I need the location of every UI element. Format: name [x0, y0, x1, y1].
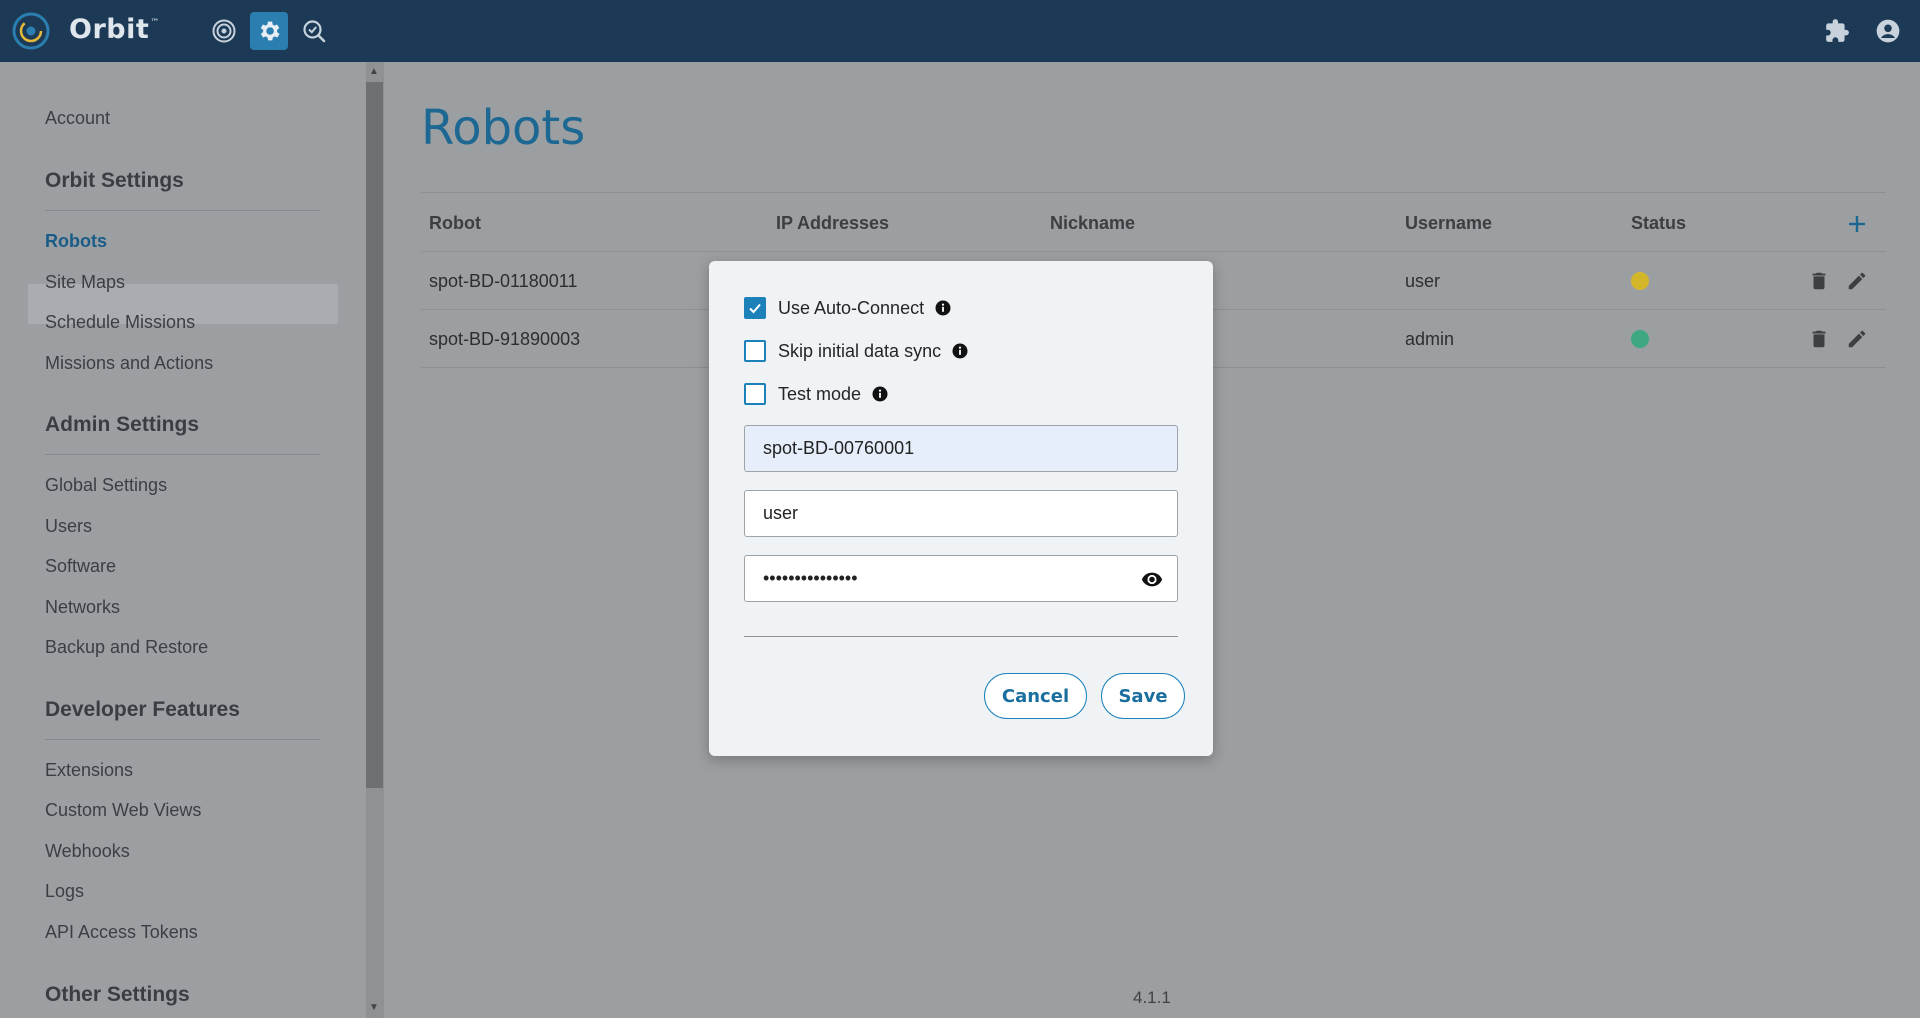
scroll-up-arrow-icon[interactable]: ▲: [369, 66, 379, 77]
edit-icon[interactable]: [1846, 270, 1868, 292]
edit-icon[interactable]: [1846, 328, 1868, 350]
account-icon[interactable]: [1871, 14, 1905, 48]
info-icon[interactable]: [952, 343, 968, 359]
info-icon[interactable]: [935, 300, 951, 316]
username-cell: admin: [1405, 329, 1455, 349]
password-value: •••••••••••••••: [763, 568, 858, 588]
sidebar-item-extensions[interactable]: Extensions: [45, 760, 133, 781]
sidebar-item-missions-and-actions[interactable]: Missions and Actions: [45, 353, 213, 374]
status-indicator: [1631, 272, 1649, 290]
sidebar-item-api-access-tokens[interactable]: API Access Tokens: [45, 922, 198, 943]
settings-icon[interactable]: [250, 12, 288, 50]
add-robot-dialog: Use Auto-Connect Skip initial data sync …: [709, 261, 1213, 756]
sidebar-item-users[interactable]: Users: [45, 516, 92, 537]
extensions-icon[interactable]: [1820, 14, 1854, 48]
sidebar-item-logs[interactable]: Logs: [45, 881, 84, 902]
sidebar-item-backup-and-restore[interactable]: Backup and Restore: [45, 637, 208, 658]
page-title: Robots: [421, 100, 586, 156]
version-label: 4.1.1: [1133, 988, 1171, 1007]
sidebar-scrollbar-thumb[interactable]: [366, 82, 383, 788]
app-name: Orbit™: [69, 14, 160, 45]
dialog-divider: [744, 636, 1178, 637]
sidebar-item-account[interactable]: Account: [45, 108, 110, 129]
sidebar-divider: [45, 210, 320, 211]
sidebar-item-schedule-missions[interactable]: Schedule Missions: [45, 312, 195, 333]
skip-sync-label: Skip initial data sync: [778, 340, 942, 361]
hostname-value: spot-BD-00760001: [763, 438, 915, 458]
sidebar-divider: [45, 739, 320, 740]
orbit-logo-icon[interactable]: [12, 12, 50, 50]
sidebar-item-global-settings[interactable]: Global Settings: [45, 475, 167, 496]
sidebar: Account Orbit Settings Robots Site Maps …: [0, 62, 366, 1018]
sidebar-item-webhooks[interactable]: Webhooks: [45, 841, 130, 862]
auto-connect-label: Use Auto-Connect: [778, 297, 925, 318]
show-password-icon[interactable]: [1141, 568, 1163, 590]
dashboard-icon[interactable]: [205, 12, 243, 50]
password-field[interactable]: •••••••••••••••: [744, 555, 1178, 602]
sidebar-item-software[interactable]: Software: [45, 556, 116, 577]
search-check-icon[interactable]: [295, 12, 333, 50]
checkmark-icon: [749, 303, 761, 314]
hostname-field[interactable]: spot-BD-00760001: [744, 425, 1178, 472]
column-header-ip-addresses[interactable]: IP Addresses: [776, 213, 889, 234]
info-icon[interactable]: [872, 386, 888, 402]
sidebar-section-orbit-settings: Orbit Settings: [45, 169, 184, 192]
sidebar-section-developer-features: Developer Features: [45, 698, 240, 721]
scroll-down-arrow-icon[interactable]: ▼: [369, 1002, 379, 1013]
skip-sync-checkbox[interactable]: [744, 340, 766, 362]
top-bar: Orbit™: [0, 0, 1920, 62]
auto-connect-option[interactable]: Use Auto-Connect: [744, 297, 951, 319]
username-field[interactable]: user: [744, 490, 1178, 537]
add-robot-icon[interactable]: [1844, 211, 1870, 237]
save-button[interactable]: Save: [1101, 673, 1185, 719]
sidebar-item-custom-web-views[interactable]: Custom Web Views: [45, 800, 201, 821]
cancel-button[interactable]: Cancel: [984, 673, 1087, 719]
status-indicator: [1631, 330, 1649, 348]
delete-icon[interactable]: [1808, 328, 1830, 350]
robot-name-cell: spot-BD-91890003: [429, 329, 581, 349]
username-cell: user: [1405, 271, 1441, 291]
test-mode-checkbox[interactable]: [744, 383, 766, 405]
username-value: user: [763, 503, 799, 523]
sidebar-section-admin-settings: Admin Settings: [45, 413, 200, 436]
table-divider: [421, 192, 1886, 193]
sidebar-divider: [45, 454, 320, 455]
sidebar-item-networks[interactable]: Networks: [45, 597, 120, 618]
sidebar-section-other-settings: Other Settings: [45, 983, 190, 1006]
table-divider: [421, 251, 1886, 252]
column-header-status[interactable]: Status: [1631, 213, 1686, 234]
auto-connect-checkbox[interactable]: [744, 297, 766, 319]
sidebar-item-site-maps[interactable]: Site Maps: [45, 272, 125, 293]
robot-name-cell: spot-BD-01180011: [429, 271, 578, 291]
delete-icon[interactable]: [1808, 270, 1830, 292]
column-header-robot[interactable]: Robot: [429, 213, 481, 234]
test-mode-label: Test mode: [778, 383, 862, 404]
skip-sync-option[interactable]: Skip initial data sync: [744, 340, 968, 362]
sidebar-item-robots[interactable]: Robots: [45, 231, 107, 252]
column-header-nickname[interactable]: Nickname: [1050, 213, 1135, 234]
test-mode-option[interactable]: Test mode: [744, 383, 888, 405]
column-header-username[interactable]: Username: [1405, 213, 1492, 234]
